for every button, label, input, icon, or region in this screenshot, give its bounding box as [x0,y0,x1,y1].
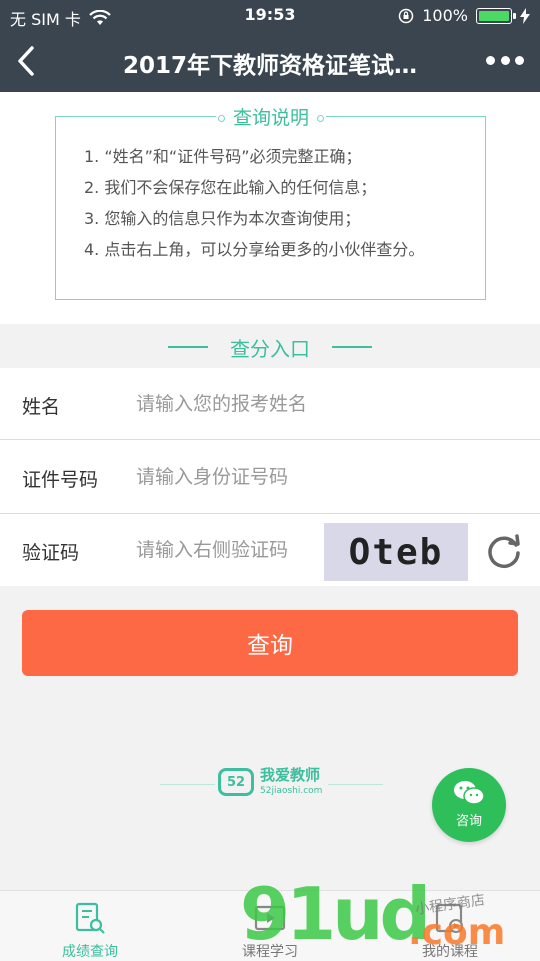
divider [160,784,215,785]
captcha-input[interactable] [136,535,316,565]
refresh-icon[interactable] [484,531,524,571]
name-label: 姓名 [22,396,61,418]
id-label: 证件号码 [22,469,99,491]
more-menu-button[interactable] [486,50,524,70]
name-input[interactable] [136,389,436,419]
notice-item: 1. “姓名”和“证件号码”必须完整正确； [84,147,362,166]
score-search-icon [75,902,105,934]
id-number-input[interactable] [136,462,436,492]
video-course-icon [254,905,286,931]
entry-header: 查分入口 [0,324,540,368]
notice-item: 2. 我们不会保存您在此输入的任何信息； [84,178,377,197]
notice-box: 查询说明 1. “姓名”和“证件号码”必须完整正确； 2. 我们不会保存您在此输… [55,103,486,300]
tab-bar: 成绩查询 课程学习 我的课程 [0,890,540,961]
my-courses-icon [435,903,463,933]
divider [332,346,372,348]
consult-button[interactable]: 咨询 [432,768,506,842]
wechat-icon [454,781,485,805]
tab-label: 课程学习 [242,944,298,960]
consult-label: 咨询 [455,814,482,829]
notice-list: 1. “姓名”和“证件号码”必须完整正确； 2. 我们不会保存您在此输入的任何信… [84,147,464,271]
tab-my-courses[interactable]: 我的课程 [360,891,540,961]
notice-title: 查询说明 [216,103,326,130]
brand-url: 52jiaoshi.com [260,786,323,796]
brand-name: 我爱教师 [260,766,321,784]
tab-label: 我的课程 [422,944,478,960]
tab-score-query[interactable]: 成绩查询 [0,891,180,961]
notice-section: 查询说明 1. “姓名”和“证件号码”必须完整正确； 2. 我们不会保存您在此输… [0,92,540,324]
orientation-lock-icon [399,8,414,23]
page-title: 2017年下教师资格证笔试… [122,53,417,79]
battery-icon [476,7,516,24]
captcha-label: 验证码 [22,542,80,564]
captcha-image[interactable]: Oteb [324,523,468,581]
divider [328,784,383,785]
query-button[interactable]: 查询 [22,610,518,676]
divider [0,439,540,440]
entry-title: 查分入口 [230,337,310,361]
id-row: 证件号码 [0,441,540,513]
captcha-row: 验证码 Oteb [0,514,540,586]
brand-footer: 52 我爱教师 52jiaoshi.com [160,762,383,806]
brand-logo-icon: 52 [218,768,254,796]
nav-bar: 2017年下教师资格证笔试… [0,30,540,92]
tab-course-study[interactable]: 课程学习 [180,891,360,961]
battery-percent: 100% [422,6,468,25]
name-row: 姓名 [0,368,540,440]
status-bar: 无 SIM 卡 19:53 100% [0,0,540,30]
query-form: 姓名 证件号码 验证码 Oteb [0,368,540,586]
notice-item: 3. 您输入的信息只作为本次查询使用； [84,209,361,228]
charging-icon [520,7,530,24]
back-arrow-icon[interactable] [12,44,42,78]
tab-label: 成绩查询 [62,944,118,960]
notice-item: 4. 点击右上角，可以分享给更多的小伙伴查分。 [84,240,425,259]
